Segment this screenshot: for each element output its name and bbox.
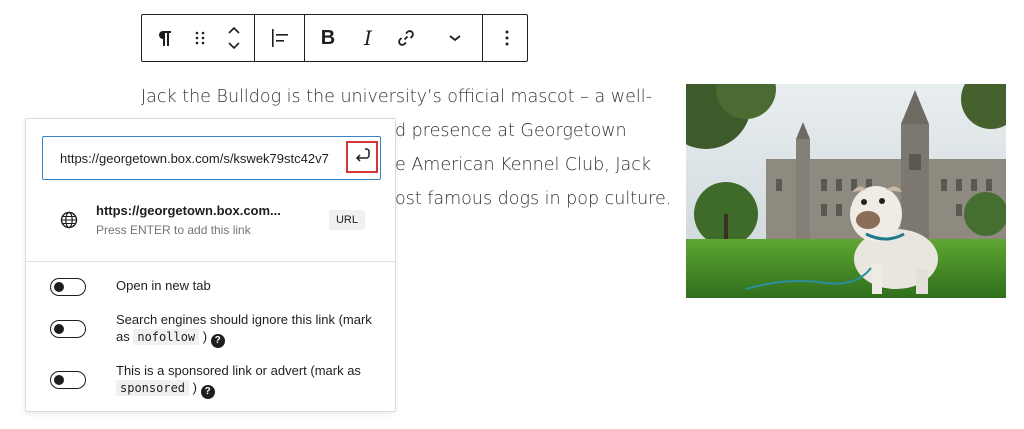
options-group — [482, 15, 531, 61]
sponsored-label: This is a sponsored link or advert (mark… — [116, 362, 376, 399]
nofollow-label: Search engines should ignore this link (… — [116, 311, 376, 348]
url-type-badge: URL — [328, 210, 365, 230]
align-left-icon — [271, 28, 289, 48]
link-button[interactable] — [385, 15, 427, 61]
align-button[interactable] — [255, 15, 304, 61]
nofollow-toggle[interactable] — [50, 320, 86, 338]
globe-icon — [60, 211, 78, 234]
url-input[interactable] — [60, 148, 340, 168]
help-icon[interactable]: ? — [200, 385, 215, 399]
block-options-button[interactable] — [483, 15, 531, 61]
toggle-knob — [54, 323, 64, 334]
bulldog-campus-image[interactable] — [686, 84, 1006, 298]
sponsored-toggle[interactable] — [50, 371, 86, 389]
new-tab-label: Open in new tab — [116, 278, 211, 293]
block-toolbar: B I — [141, 14, 528, 62]
suggestion-subtitle: Press ENTER to add this link — [96, 223, 251, 237]
paragraph-line: Jack the Bulldog is the university’s off… — [141, 87, 652, 107]
paragraph-block-button[interactable] — [142, 15, 186, 61]
move-up-down-icon — [227, 25, 241, 51]
nofollow-label-end: ) — [202, 329, 208, 344]
chevron-down-icon — [448, 33, 462, 43]
drag-handle-button[interactable] — [186, 15, 214, 61]
move-up-down-button[interactable] — [214, 15, 254, 61]
toggle-knob — [54, 374, 64, 385]
italic-button[interactable]: I — [351, 15, 385, 61]
drag-handle-icon — [195, 30, 205, 46]
submit-link-button[interactable] — [346, 141, 378, 173]
sponsored-code: sponsored — [116, 380, 190, 396]
more-formatting-button[interactable] — [427, 15, 482, 61]
popover-divider — [26, 261, 395, 262]
link-icon — [396, 28, 416, 48]
sponsored-label-end: ) — [192, 380, 197, 395]
sponsored-label-text: This is a sponsored link or advert (mark… — [116, 363, 361, 378]
help-icon[interactable]: ? — [210, 334, 225, 348]
toggle-knob — [54, 281, 64, 292]
enter-return-icon — [353, 146, 371, 169]
formatting-group: B I — [304, 15, 482, 61]
paragraph-icon — [156, 29, 172, 47]
nofollow-code: nofollow — [133, 329, 200, 345]
alignment-group — [254, 15, 304, 61]
suggestion-title: https://georgetown.box.com... — [96, 203, 281, 218]
more-vertical-icon — [505, 29, 509, 47]
link-suggestion[interactable]: https://georgetown.box.com... Press ENTE… — [42, 201, 381, 241]
url-field — [42, 136, 381, 180]
block-controls-group — [142, 15, 254, 61]
link-popover: https://georgetown.box.com... Press ENTE… — [25, 118, 396, 412]
new-tab-toggle[interactable] — [50, 278, 86, 296]
bold-button[interactable]: B — [305, 15, 351, 61]
